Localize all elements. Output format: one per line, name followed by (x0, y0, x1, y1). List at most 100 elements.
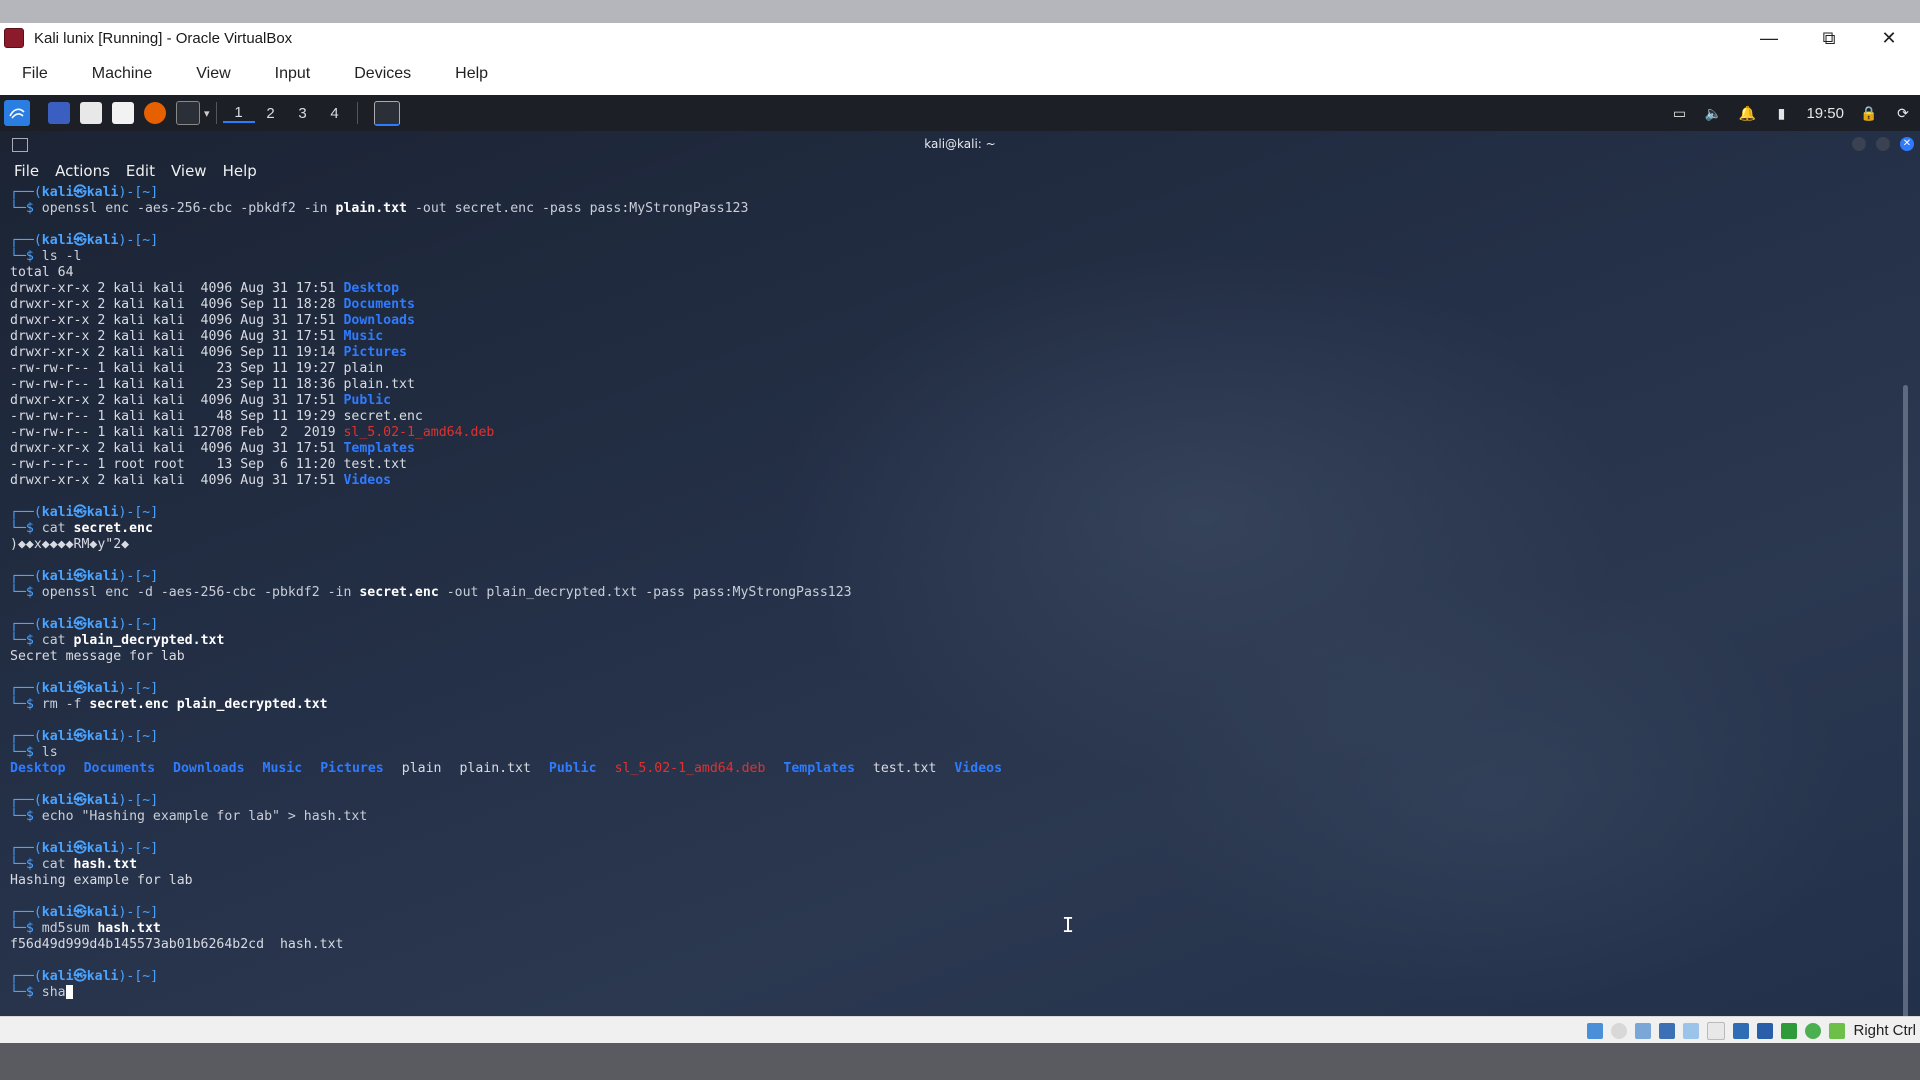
virtualbox-window: Kali lunix [Running] - Oracle VirtualBox… (0, 23, 1920, 1044)
file-name: secret.enc (343, 409, 423, 424)
output-text: drwxr-xr-x 2 kali kali 4096 Aug 31 17:51 (10, 393, 344, 408)
file-name: Desktop (10, 761, 66, 776)
menu-machine[interactable]: Machine (70, 65, 174, 83)
term-menu-edit[interactable]: Edit (118, 162, 163, 180)
menu-help[interactable]: Help (433, 65, 510, 83)
term-menu-actions[interactable]: Actions (47, 162, 118, 180)
recording-icon[interactable] (1757, 1022, 1774, 1039)
file-name: Templates (343, 441, 415, 456)
file-name: test.txt (872, 761, 937, 776)
prompt-user: kali㉿kali (41, 681, 119, 696)
prompt-path: )-[~] (118, 233, 159, 248)
output-line: Secret message for lab (10, 649, 1890, 665)
volume-icon[interactable]: 🔈 (1703, 104, 1723, 122)
output-text: )◆◆x◆◆◆◆RM◆y"2◆ (10, 537, 130, 552)
notification-bell-icon[interactable]: 🔔 (1737, 104, 1757, 122)
taskbar-terminal-icon[interactable] (373, 100, 400, 126)
panel-clock[interactable]: 19:50 (1806, 105, 1844, 122)
file-name: plain (343, 361, 384, 376)
workspace-2[interactable]: 2 (255, 105, 287, 122)
workspace-4[interactable]: 4 (319, 105, 351, 122)
network-icon[interactable] (1659, 1022, 1676, 1039)
output-text: total 64 (10, 265, 74, 280)
command-rest: -out secret.enc -pass pass:MyStrongPass1… (407, 201, 749, 216)
audio-icon[interactable] (1635, 1022, 1652, 1039)
output-text: -rw-rw-r-- 1 kali kali 48 Sep 11 19:29 (10, 409, 344, 424)
hard-disk-icon[interactable] (1587, 1022, 1604, 1039)
prompt-path: )-[~] (118, 841, 159, 856)
close-icon[interactable]: ✕ (1866, 23, 1912, 53)
menu-input[interactable]: Input (253, 65, 333, 83)
host-top-strip (0, 0, 1920, 23)
command-line: └─$ sha (10, 985, 1890, 1001)
prompt-symbol: └─$ (10, 809, 42, 824)
lock-icon[interactable]: 🔒 (1859, 104, 1879, 122)
usb-icon[interactable] (1683, 1022, 1700, 1039)
menu-view[interactable]: View (174, 65, 252, 83)
prompt-path: )-[~] (118, 185, 159, 200)
host-taskbar (0, 1043, 1920, 1080)
minimize-icon[interactable]: — (1746, 23, 1792, 53)
display-icon[interactable] (1733, 1022, 1750, 1039)
menu-file[interactable]: File (0, 65, 70, 83)
workspace-1[interactable]: 1 (222, 104, 255, 123)
prompt-top-line: ┌──(kali㉿kali)-[~] (10, 617, 1890, 633)
output-line: drwxr-xr-x 2 kali kali 4096 Sep 11 18:28… (10, 297, 1890, 313)
kali-menu-icon[interactable] (4, 100, 30, 126)
text-cursor-icon: I (1062, 913, 1075, 937)
firefox-icon[interactable] (144, 102, 166, 124)
prompt-user: kali㉿kali (41, 185, 119, 200)
output-line: drwxr-xr-x 2 kali kali 4096 Aug 31 17:51… (10, 441, 1890, 457)
terminal-titlebar: kali@kali: ~ ✕ (0, 131, 1920, 157)
menu-devices[interactable]: Devices (332, 65, 433, 83)
workspace-3[interactable]: 3 (287, 105, 319, 122)
output-text: drwxr-xr-x 2 kali kali 4096 Aug 31 17:51 (10, 281, 344, 296)
output-line: drwxr-xr-x 2 kali kali 4096 Aug 31 17:51… (10, 329, 1890, 345)
chevron-down-icon[interactable]: ▾ (204, 107, 210, 120)
file-name: Downloads (343, 313, 415, 328)
command-arg: hash.txt (97, 921, 161, 936)
display-icon[interactable]: ▭ (1669, 104, 1689, 122)
prompt-path: )-[~] (118, 729, 159, 744)
command-arg: plain_decrypted.txt (73, 633, 225, 648)
output-line: -rw-rw-r-- 1 kali kali 23 Sep 11 19:27 p… (10, 361, 1890, 377)
term-menu-help[interactable]: Help (215, 162, 265, 180)
restore-icon[interactable]: ⧉ (1806, 23, 1852, 53)
output-line: total 64 (10, 265, 1890, 281)
file-name: Downloads (173, 761, 245, 776)
prompt-path: )-[~] (118, 505, 159, 520)
cpu-icon[interactable] (1781, 1022, 1798, 1039)
terminal-launcher-icon[interactable] (176, 101, 200, 125)
prompt-user: kali㉿kali (41, 969, 119, 984)
file-manager-icon[interactable] (80, 102, 102, 124)
prompt-symbol: └─$ (10, 745, 42, 760)
file-name: Pictures (320, 761, 384, 776)
logout-icon[interactable]: ⟳ (1893, 104, 1913, 122)
text-editor-icon[interactable] (112, 102, 134, 124)
file-name: Music (343, 329, 384, 344)
command-line: └─$ cat hash.txt (10, 857, 1890, 873)
terminal-scrollbar[interactable] (1903, 385, 1908, 1016)
terminal-minimize-icon[interactable] (1852, 137, 1866, 151)
prompt-user: kali㉿kali (41, 617, 119, 632)
show-desktop-icon[interactable] (48, 102, 70, 124)
terminal-output[interactable]: ┌──(kali㉿kali)-[~] └─$ openssl enc -aes-2… (10, 185, 1890, 1015)
terminal-close-icon[interactable]: ✕ (1900, 137, 1914, 151)
battery-icon[interactable]: ▮ (1771, 104, 1791, 122)
keyboard-icon[interactable] (1829, 1022, 1846, 1039)
mouse-integration-icon[interactable] (1805, 1022, 1822, 1039)
term-menu-view[interactable]: View (163, 162, 215, 180)
optical-drive-icon[interactable] (1611, 1022, 1628, 1039)
command-text: cat (41, 633, 74, 648)
file-name: sl_5.02-1_amd64.deb (614, 761, 766, 776)
file-name: Public (548, 761, 597, 776)
term-menu-file[interactable]: File (0, 162, 47, 180)
command-line: └─$ cat plain_decrypted.txt (10, 633, 1890, 649)
prompt-top-line: ┌──(kali㉿kali)-[~] (10, 505, 1890, 521)
terminal-maximize-icon[interactable] (1876, 137, 1890, 151)
ls-output-line: Desktop Documents Downloads Music Pictures pl… (10, 761, 1890, 777)
prompt-path: )-[~] (118, 569, 159, 584)
shared-folders-icon[interactable] (1707, 1021, 1726, 1040)
file-name: plain.txt (343, 377, 415, 392)
command-line: └─$ ls -l (10, 249, 1890, 265)
